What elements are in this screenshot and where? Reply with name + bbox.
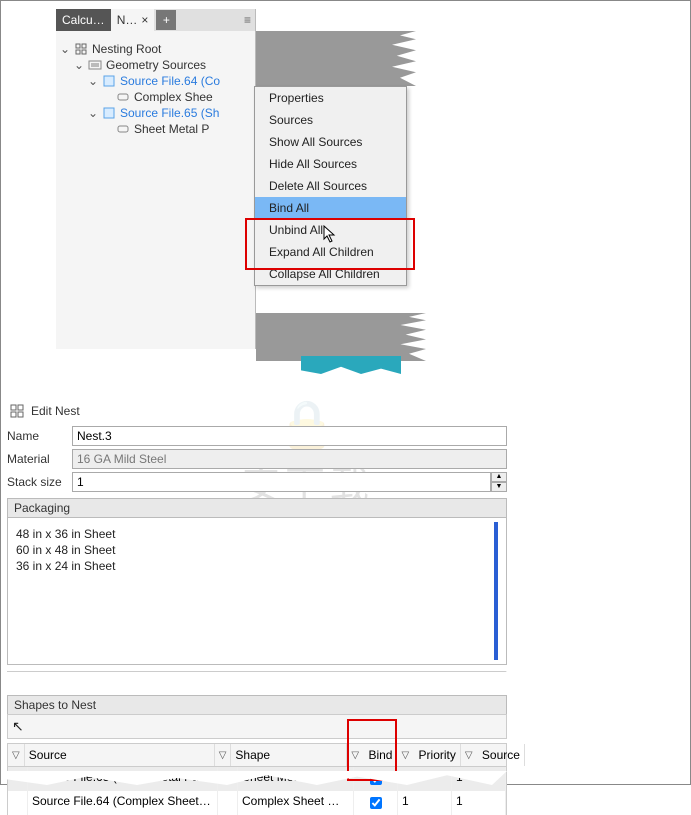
tree-geom-label: Geometry Sources (106, 58, 206, 72)
torn-graphic-top (256, 31, 416, 86)
chevron-down-icon[interactable]: ⌄ (74, 58, 84, 72)
bind-checkbox[interactable] (370, 797, 382, 809)
nesting-root-icon (74, 42, 88, 56)
menu-properties[interactable]: Properties (255, 87, 406, 109)
cell-shape: Complex Sheet Me... (238, 791, 354, 815)
col-shape-label: Shape (235, 748, 270, 762)
col-shape[interactable]: Shape (231, 744, 347, 766)
packaging-item[interactable]: 36 in x 24 in Sheet (16, 558, 490, 574)
tree-complex-label: Complex Shee (134, 90, 213, 104)
context-menu: Properties Sources Show All Sources Hide… (254, 86, 407, 286)
packaging-listbox[interactable]: 48 in x 36 in Sheet 60 in x 48 in Sheet … (7, 517, 507, 665)
edit-nest-title: Edit Nest (31, 404, 80, 418)
tree-root[interactable]: ⌄ Nesting Root (60, 41, 251, 57)
browser-panel: Calcu… N…× + ≡ ⌄ Nesting Root ⌄ Geometry… (56, 9, 256, 349)
close-icon[interactable]: × (141, 13, 148, 27)
shapes-label: Shapes to Nest (7, 695, 507, 714)
name-label: Name (7, 429, 72, 443)
tree-geometry-sources[interactable]: ⌄ Geometry Sources (60, 57, 251, 73)
col-source[interactable]: Source (25, 744, 215, 766)
cell-source: Source File.64 (Complex Sheet Metal... (28, 791, 218, 815)
part-icon (116, 90, 130, 104)
tab-calc-label: Calcu… (62, 13, 105, 27)
name-input[interactable] (72, 426, 507, 446)
part-icon (116, 122, 130, 136)
torn-divider (7, 671, 507, 689)
menu-sources[interactable]: Sources (255, 109, 406, 131)
cell-priority: 1 (398, 791, 452, 815)
edit-nest-panel: Edit Nest Name Material 16 GA Mild Steel… (7, 399, 507, 665)
edit-nest-header: Edit Nest (7, 399, 507, 423)
packaging-item[interactable]: 48 in x 36 in Sheet (16, 526, 490, 542)
stacksize-input[interactable] (72, 472, 491, 492)
menu-icon[interactable]: ≡ (244, 13, 251, 27)
tab-n[interactable]: N…× (111, 9, 155, 31)
material-label: Material (7, 452, 72, 466)
material-value: 16 GA Mild Steel (72, 449, 507, 469)
chevron-down-icon[interactable]: ⌄ (88, 106, 98, 120)
col-bind[interactable]: ▽ Bind (347, 744, 397, 766)
stacksize-row: Stack size ▲ ▼ (7, 472, 507, 492)
menu-delete-all-sources[interactable]: Delete All Sources (255, 175, 406, 197)
col-source2-label: Source (482, 748, 520, 762)
material-row: Material 16 GA Mild Steel (7, 449, 507, 469)
col-bind-label: Bind (368, 748, 392, 762)
stacksize-label: Stack size (7, 475, 72, 489)
tree-sheet-metal[interactable]: Sheet Metal P (60, 121, 251, 137)
menu-expand-all-children[interactable]: Expand All Children (255, 241, 406, 263)
menu-bind-all[interactable]: Bind All (255, 197, 406, 219)
menu-collapse-all-children[interactable]: Collapse All Children (255, 263, 406, 285)
tree-view: ⌄ Nesting Root ⌄ Geometry Sources ⌄ Sour… (56, 31, 255, 349)
tree-sheetmetal-label: Sheet Metal P (134, 122, 209, 136)
new-tab-button[interactable]: + (156, 10, 176, 30)
tab-bar: Calcu… N…× + ≡ (56, 9, 255, 31)
file-icon (102, 74, 116, 88)
torn-graphic-bottom (256, 313, 426, 361)
step-down-button[interactable]: ▼ (491, 482, 507, 492)
tree-file64-label: Source File.64 (Co (120, 74, 220, 88)
cell-source2: 1 (452, 791, 506, 815)
tree-complex-sheet[interactable]: Complex Shee (60, 89, 251, 105)
torn-teal (301, 356, 401, 374)
tree-file-64[interactable]: ⌄ Source File.64 (Co (60, 73, 251, 89)
menu-hide-all-sources[interactable]: Hide All Sources (255, 153, 406, 175)
packaging-item[interactable]: 60 in x 48 in Sheet (16, 542, 490, 558)
tab-n-label: N… (117, 13, 138, 27)
chevron-down-icon[interactable]: ⌄ (60, 42, 70, 56)
col-priority[interactable]: ▽ Priority (397, 744, 460, 766)
menu-unbind-all[interactable]: Unbind All (255, 219, 406, 241)
tab-calc[interactable]: Calcu… (56, 9, 111, 31)
packaging-label: Packaging (7, 498, 507, 517)
col-priority-label: Priority (419, 748, 456, 762)
filter-icon[interactable]: ▽ (215, 744, 232, 766)
edit-nest-icon (9, 403, 25, 419)
sources-icon (88, 58, 102, 72)
table-row[interactable]: Source File.65 (Sheet Metal Part.ipt) Sh… (7, 767, 507, 791)
tree-root-label: Nesting Root (92, 42, 161, 56)
tree-file65-label: Source File.65 (Sh (120, 106, 219, 120)
name-row: Name (7, 426, 507, 446)
menu-show-all-sources[interactable]: Show All Sources (255, 131, 406, 153)
shapes-to-nest-panel: Shapes to Nest ↖ ▽ Source ▽ Shape ▽ Bind… (7, 689, 507, 815)
file-icon (102, 106, 116, 120)
grid-header: ▽ Source ▽ Shape ▽ Bind ▽ Priority ▽ Sou… (7, 743, 507, 767)
filter-icon[interactable]: ▽ (8, 744, 25, 766)
col-source-label: Source (29, 748, 67, 762)
col-source2[interactable]: ▽ Source (461, 744, 525, 766)
table-row[interactable]: Source File.64 (Complex Sheet Metal... C… (7, 791, 507, 815)
step-up-button[interactable]: ▲ (491, 472, 507, 482)
tree-file-65[interactable]: ⌄ Source File.65 (Sh (60, 105, 251, 121)
chevron-down-icon[interactable]: ⌄ (88, 74, 98, 88)
selection-tool[interactable]: ↖ (7, 714, 507, 739)
